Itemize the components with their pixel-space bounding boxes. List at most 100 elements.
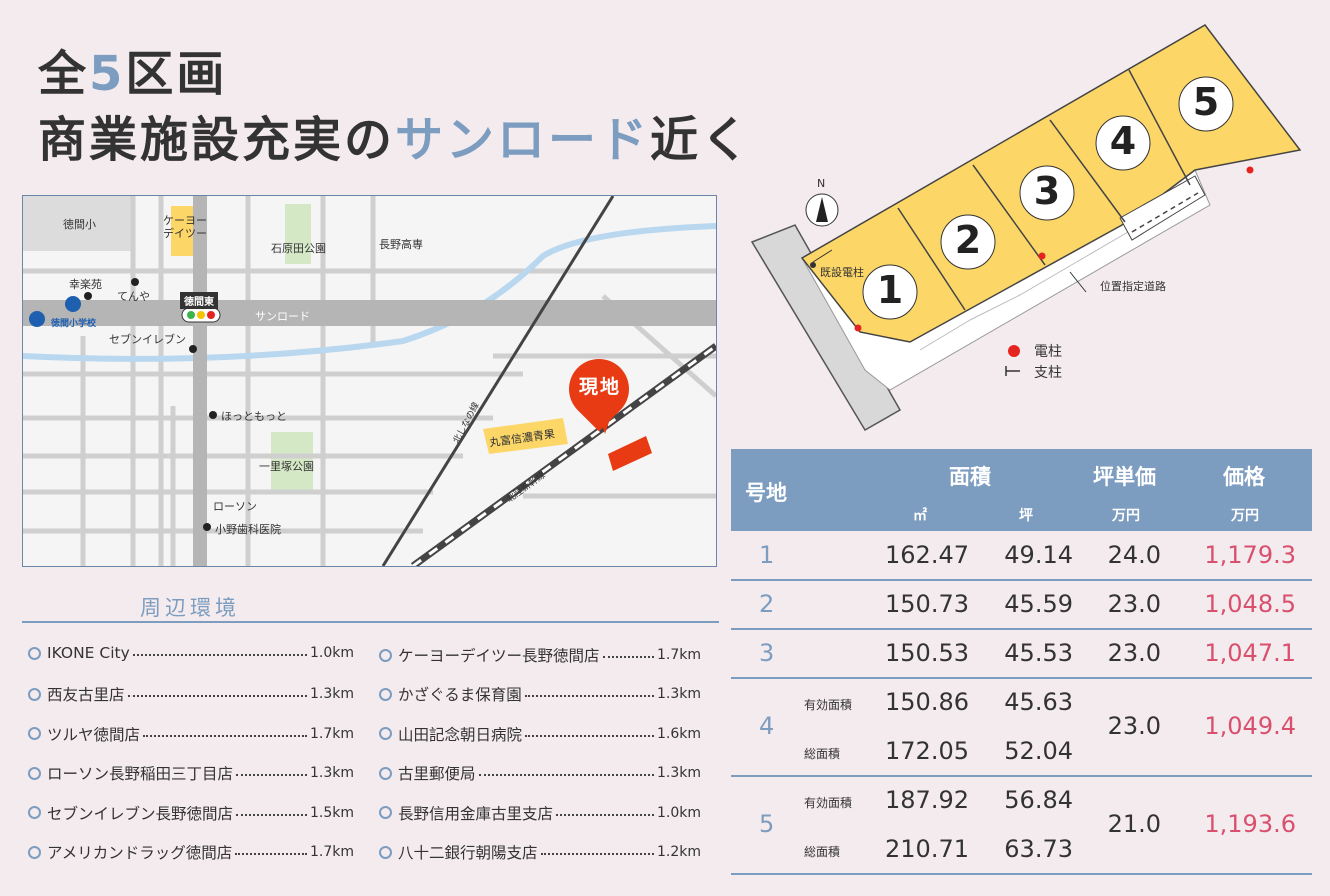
header-price: 価格 (1223, 465, 1265, 489)
environment-item: かざぐるま保育園 1.3km (379, 683, 701, 705)
environment-item-distance: 1.7km (309, 844, 354, 860)
sqm-total-cell: 172.05 (885, 737, 969, 765)
map-label-tokumashogakko: 徳間小学校 (51, 319, 97, 329)
map-label-seven: セブンイレブン (109, 333, 186, 346)
lot-number-cell: 3 (759, 638, 775, 667)
header-man-yen-2: 万円 (1231, 508, 1259, 524)
tsubo-cell: 45.59 (1004, 589, 1073, 618)
environment-item: アメリカンドラッグ徳間店 1.7km (28, 841, 354, 863)
area-map: 徳間小 ケーヨー デイツー 石原田公園 長野高専 幸楽苑 てんや 徳間東 徳間小… (22, 195, 717, 567)
sub-label-total: 総面積 (804, 747, 841, 761)
tsubo-cell: 45.53 (1004, 638, 1073, 667)
map-label-naganokosen: 長野高専 (379, 238, 423, 251)
tsubo-total-cell: 52.04 (1004, 737, 1073, 765)
environment-item-distance: 1.0km (309, 645, 354, 661)
environment-item-name: ツルヤ徳間店 (47, 725, 141, 744)
header-tsubo: 坪 (1019, 508, 1033, 524)
environment-item-distance: 1.0km (656, 804, 701, 821)
circle-bullet-icon (28, 845, 41, 859)
environment-item: 西友古里店 1.3km (28, 683, 354, 705)
north-label: N (817, 177, 826, 190)
circle-bullet-icon (28, 687, 41, 701)
environment-item-name: IKONE City (47, 644, 130, 662)
lot-number: 3 (1033, 169, 1061, 213)
price-cell: 1,179.3 (1204, 540, 1296, 569)
lot-plan-diagram (750, 24, 1302, 432)
price-cell: 1,047.1 (1204, 638, 1296, 667)
environment-item-name: アメリカンドラッグ徳間店 (47, 844, 233, 862)
circle-bullet-icon (379, 648, 392, 662)
circle-bullet-icon (379, 806, 392, 820)
map-label-ishiharada: 石原田公園 (271, 242, 326, 255)
environment-item-distance: 1.3km (309, 686, 354, 703)
environment-item-distance: 1.5km (309, 804, 354, 821)
environment-item-distance: 1.6km (656, 725, 701, 742)
map-label-lawson: ローソン (213, 500, 257, 513)
environment-item: 八十二銀行朝陽支店 1.2km (379, 841, 701, 863)
header-man-yen-1: 万円 (1112, 508, 1140, 524)
header-tsubo-price: 坪単価 (1093, 465, 1156, 489)
environment-item-distance: 1.3km (309, 765, 354, 782)
circle-bullet-icon (28, 727, 41, 741)
row-divider (731, 873, 1312, 875)
sub-label-effective: 有効面積 (804, 796, 853, 810)
map-label-keiyo: ケーヨー デイツー (163, 214, 207, 240)
existing-pole-label: 既設電柱 (820, 266, 864, 279)
legend-pole: 電柱 (1034, 344, 1062, 360)
circle-bullet-icon (28, 646, 41, 660)
circle-bullet-icon (379, 845, 392, 859)
price-cell: 1,193.6 (1204, 810, 1296, 838)
environment-item-distance: 1.7km (656, 647, 701, 663)
row-divider (731, 775, 1312, 777)
tsubo-cell: 45.63 (1004, 688, 1073, 716)
environment-item-name: ローソン長野稲田三丁目店 (47, 765, 234, 784)
unit-price-cell: 24.0 (1107, 540, 1161, 569)
sqm-cell: 187.92 (885, 786, 969, 814)
tsubo-cell: 49.14 (1004, 540, 1073, 569)
price-cell: 1,049.4 (1204, 712, 1296, 740)
environment-item-distance: 1.3km (656, 686, 701, 703)
map-label-tokumashou: 徳間小 (63, 218, 96, 231)
sub-label-total: 総面積 (804, 845, 841, 859)
environment-item: ツルヤ徳間店 1.7km (28, 723, 354, 745)
map-label-ichirizuka: 一里塚公園 (259, 460, 314, 473)
row-divider (731, 628, 1312, 630)
environment-item-name: 八十二銀行朝陽支店 (398, 844, 538, 862)
row-divider (731, 677, 1312, 679)
lot-number-cell: 2 (759, 589, 775, 618)
sqm-cell: 162.47 (885, 540, 969, 569)
sub-label-effective: 有効面積 (804, 698, 853, 712)
sqm-cell: 150.73 (885, 589, 969, 618)
circle-bullet-icon (28, 806, 41, 820)
legend-stay: 支柱 (1034, 365, 1062, 381)
title-line-2: 商業施設充実のサンロード近く (38, 112, 753, 168)
environment-item-distance: 1.2km (656, 844, 701, 860)
environment-item: 長野信用金庫古里支店 1.0km (379, 802, 701, 824)
environment-item: ローソン長野稲田三丁目店 1.3km (28, 762, 354, 784)
unit-price-cell: 23.0 (1107, 712, 1161, 740)
title-line-1: 全5区画 (38, 46, 228, 102)
tsubo-total-cell: 63.73 (1004, 835, 1073, 863)
header-sqm: ㎡ (913, 508, 927, 524)
environment-item-name: セブンイレブン長野徳間店 (47, 804, 234, 823)
environment-item: セブンイレブン長野徳間店 1.5km (28, 802, 354, 824)
map-label-hottomotto: ほっともっと (221, 410, 287, 423)
circle-bullet-icon (379, 766, 392, 780)
environment-item-name: 古里郵便局 (398, 765, 476, 784)
circle-bullet-icon (28, 766, 41, 780)
environment-item-name: 西友古里店 (47, 686, 125, 705)
title-accent: サンロード (395, 112, 651, 168)
environment-item-name: ケーヨーデイツー長野徳間店 (398, 647, 600, 665)
map-label-tokumahigashi: 徳間東 (180, 292, 218, 309)
price-cell: 1,048.5 (1204, 589, 1296, 618)
sqm-cell: 150.86 (885, 688, 969, 716)
environment-item-name: 山田記念朝日病院 (398, 725, 523, 744)
row-divider (731, 579, 1312, 581)
environment-item: ケーヨーデイツー長野徳間店 1.7km (379, 644, 701, 666)
unit-price-cell: 21.0 (1107, 810, 1161, 838)
environment-item-distance: 1.7km (309, 725, 354, 742)
circle-bullet-icon (379, 687, 392, 701)
sqm-total-cell: 210.71 (885, 835, 969, 863)
header-area: 面積 (949, 465, 991, 489)
map-label-onoshika: 小野歯科医院 (215, 523, 281, 536)
